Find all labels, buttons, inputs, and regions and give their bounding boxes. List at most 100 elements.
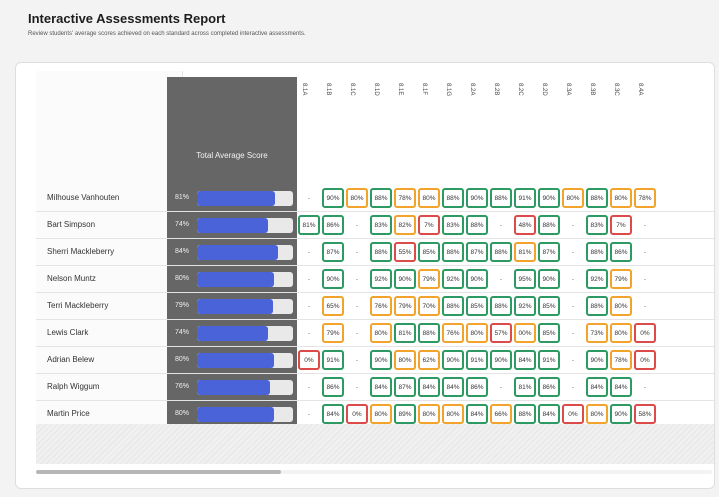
score-cell[interactable]: 78%: [394, 188, 416, 208]
score-cell[interactable]: 90%: [586, 350, 608, 370]
score-cell[interactable]: 90%: [466, 269, 488, 289]
score-cell[interactable]: 62%: [418, 350, 440, 370]
score-cell[interactable]: 88%: [442, 188, 464, 208]
score-cell[interactable]: 73%: [586, 323, 608, 343]
score-cell[interactable]: 84%: [514, 350, 536, 370]
score-cell[interactable]: 91%: [514, 188, 536, 208]
standard-header[interactable]: 8.3A: [561, 83, 585, 133]
score-cell[interactable]: 90%: [370, 350, 392, 370]
standard-header[interactable]: 8.4A: [633, 83, 657, 133]
score-cell[interactable]: 85%: [418, 242, 440, 262]
student-name[interactable]: Milhouse Vanhouten: [47, 193, 119, 202]
score-cell[interactable]: 90%: [394, 269, 416, 289]
score-cell[interactable]: 70%: [418, 296, 440, 316]
standard-header[interactable]: 8.1B: [321, 83, 345, 133]
score-cell[interactable]: 88%: [418, 323, 440, 343]
student-name[interactable]: Bart Simpson: [47, 220, 95, 229]
standard-header[interactable]: 8.1G: [441, 83, 465, 133]
score-cell[interactable]: 83%: [586, 215, 608, 235]
score-cell[interactable]: 92%: [514, 296, 536, 316]
score-cell[interactable]: 91%: [466, 350, 488, 370]
score-cell[interactable]: 88%: [514, 404, 536, 424]
score-cell[interactable]: 0%: [562, 404, 584, 424]
score-cell[interactable]: 80%: [610, 188, 632, 208]
score-cell[interactable]: 80%: [466, 323, 488, 343]
student-name[interactable]: Ralph Wiggum: [47, 382, 99, 391]
score-cell[interactable]: 80%: [562, 188, 584, 208]
student-row[interactable]: Bart Simpson 74% 81% 86% -83% 82% 7% 83% 88% -48%…: [36, 212, 714, 239]
score-cell[interactable]: 78%: [634, 188, 656, 208]
score-cell[interactable]: 80%: [418, 404, 440, 424]
score-cell[interactable]: 7%: [418, 215, 440, 235]
score-cell[interactable]: 7%: [610, 215, 632, 235]
score-cell[interactable]: 88%: [490, 242, 512, 262]
score-cell[interactable]: 87%: [538, 242, 560, 262]
standard-header[interactable]: 8.1E: [393, 83, 417, 133]
student-row[interactable]: Lewis Clark 74% -79% -80% 81% 88% 76% 80% 57% 00%…: [36, 320, 714, 347]
score-cell[interactable]: 0%: [634, 350, 656, 370]
score-cell[interactable]: 79%: [394, 296, 416, 316]
score-cell[interactable]: 88%: [538, 215, 560, 235]
score-cell[interactable]: 79%: [322, 323, 344, 343]
score-cell[interactable]: 79%: [418, 269, 440, 289]
standard-header[interactable]: 8.2A: [465, 83, 489, 133]
standard-header[interactable]: 8.1D: [369, 83, 393, 133]
standard-header[interactable]: 8.1C: [345, 83, 369, 133]
score-cell[interactable]: 90%: [466, 188, 488, 208]
score-cell[interactable]: 87%: [394, 377, 416, 397]
score-cell[interactable]: 80%: [418, 188, 440, 208]
score-cell[interactable]: 00%: [514, 323, 536, 343]
score-cell[interactable]: 80%: [442, 404, 464, 424]
student-row[interactable]: Nelson Muntz 80% -90% -92% 90% 79% 92% 90% -95% 9…: [36, 266, 714, 293]
score-cell[interactable]: 88%: [490, 188, 512, 208]
score-cell[interactable]: 95%: [514, 269, 536, 289]
score-cell[interactable]: 87%: [466, 242, 488, 262]
student-name[interactable]: Sherri Mackleberry: [47, 247, 114, 256]
score-cell[interactable]: 92%: [586, 269, 608, 289]
score-cell[interactable]: 88%: [466, 215, 488, 235]
score-cell[interactable]: 92%: [370, 269, 392, 289]
student-row[interactable]: Terri Mackleberry 79% -65% -76% 79% 70% 88% 85%…: [36, 293, 714, 320]
score-cell[interactable]: 76%: [370, 296, 392, 316]
standard-header[interactable]: 8.3B: [585, 83, 609, 133]
score-cell[interactable]: 88%: [586, 188, 608, 208]
score-cell[interactable]: 91%: [538, 350, 560, 370]
score-cell[interactable]: 85%: [538, 323, 560, 343]
standard-header[interactable]: 8.3C: [609, 83, 633, 133]
student-name[interactable]: Nelson Muntz: [47, 274, 96, 283]
score-cell[interactable]: 84%: [466, 404, 488, 424]
score-cell[interactable]: 86%: [322, 377, 344, 397]
score-cell[interactable]: 90%: [322, 188, 344, 208]
horizontal-scrollbar[interactable]: [36, 470, 712, 474]
score-cell[interactable]: 88%: [586, 242, 608, 262]
score-cell[interactable]: 81%: [394, 323, 416, 343]
score-cell[interactable]: 57%: [490, 323, 512, 343]
score-cell[interactable]: 83%: [442, 215, 464, 235]
student-row[interactable]: Sherri Mackleberry 84% -87% -88% 55% 85% 88% 87…: [36, 239, 714, 266]
student-name[interactable]: Lewis Clark: [47, 328, 88, 337]
standard-header[interactable]: 8.2B: [489, 83, 513, 133]
score-cell[interactable]: 88%: [370, 188, 392, 208]
scrollbar-thumb[interactable]: [36, 470, 281, 474]
score-cell[interactable]: 81%: [298, 215, 320, 235]
score-cell[interactable]: 55%: [394, 242, 416, 262]
score-cell[interactable]: 80%: [394, 350, 416, 370]
score-cell[interactable]: 92%: [442, 269, 464, 289]
score-cell[interactable]: 90%: [538, 188, 560, 208]
score-cell[interactable]: 88%: [442, 242, 464, 262]
standard-header[interactable]: 8.1A: [297, 83, 321, 133]
score-cell[interactable]: 88%: [442, 296, 464, 316]
student-row[interactable]: Milhouse Vanhouten 81% -90% 80% 88% 78% 80% 88%…: [36, 185, 714, 212]
score-cell[interactable]: 88%: [586, 296, 608, 316]
standard-header[interactable]: 8.2C: [513, 83, 537, 133]
score-cell[interactable]: 48%: [514, 215, 536, 235]
score-cell[interactable]: 86%: [466, 377, 488, 397]
score-cell[interactable]: 84%: [442, 377, 464, 397]
score-cell[interactable]: 88%: [490, 296, 512, 316]
score-cell[interactable]: 84%: [418, 377, 440, 397]
score-cell[interactable]: 83%: [370, 215, 392, 235]
score-cell[interactable]: 80%: [586, 404, 608, 424]
score-cell[interactable]: 84%: [322, 404, 344, 424]
score-cell[interactable]: 91%: [322, 350, 344, 370]
score-cell[interactable]: 90%: [538, 269, 560, 289]
